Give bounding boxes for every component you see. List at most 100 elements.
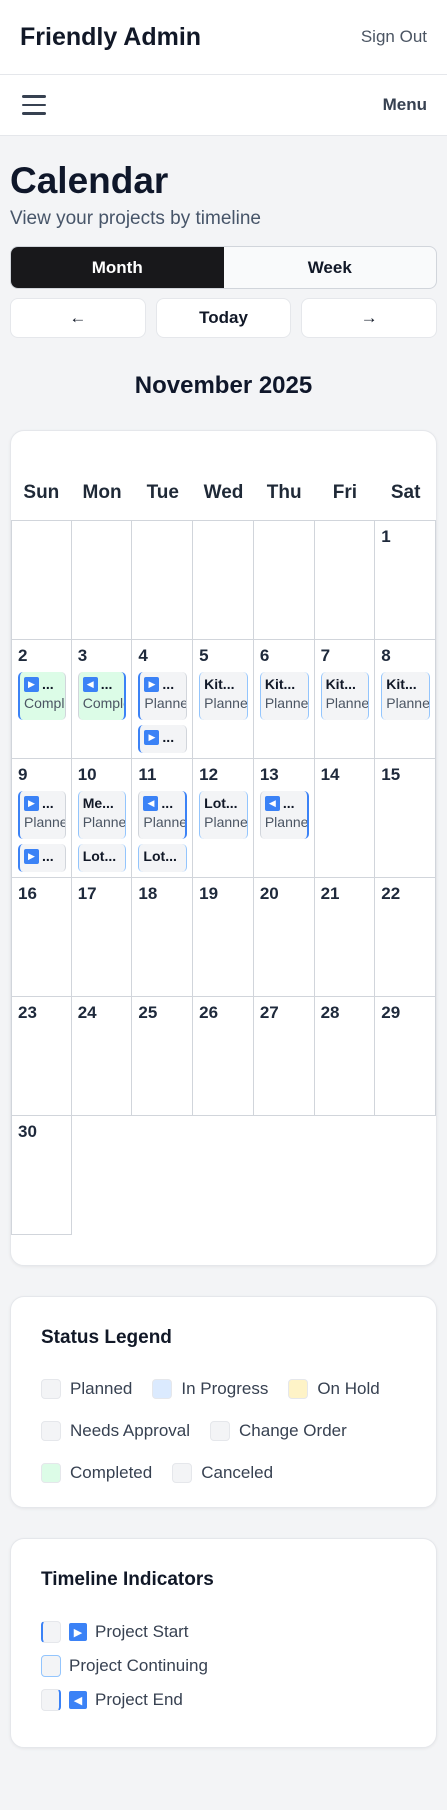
legend-label: On Hold	[317, 1379, 380, 1398]
calendar-day-cell[interactable]: 21	[314, 878, 376, 997]
week-view-button[interactable]: Week	[224, 247, 437, 288]
calendar-day-cell[interactable]: 11 ◀... Planned Lot...	[132, 759, 194, 878]
legend-item: Completed	[41, 1463, 152, 1483]
weekday-header: Sun	[11, 431, 72, 521]
calendar-event[interactable]: Lot...	[77, 844, 127, 872]
weekday-header: Sat	[375, 431, 436, 521]
calendar-event[interactable]: Kit... Planned	[259, 672, 309, 720]
calendar-event[interactable]: ◀... Planned	[259, 791, 309, 839]
day-number: 4	[138, 646, 148, 665]
day-number: 11	[138, 765, 157, 784]
calendar-day-cell[interactable]: 16	[11, 878, 72, 997]
menu-button[interactable]: Menu	[383, 95, 427, 115]
calendar-event[interactable]: ▶... Planned	[138, 672, 188, 720]
calendar-day-cell[interactable]: 13 ◀... Planned	[253, 759, 315, 878]
calendar-day-cell[interactable]: 26	[193, 997, 254, 1116]
timeline-indicator: ◀ Project End	[41, 1689, 406, 1711]
calendar-event[interactable]: ▶...	[138, 725, 188, 753]
calendar-event[interactable]: Kit... Planned	[199, 672, 248, 720]
event-title: Kit...	[326, 675, 365, 693]
play-right-icon: ▶	[24, 795, 39, 811]
calendar-day-cell[interactable]: 4 ▶... Planned ▶...	[132, 640, 194, 759]
month-view-button[interactable]: Month	[11, 247, 224, 288]
day-number: 15	[381, 765, 401, 784]
calendar-day-cell[interactable]: 22	[375, 878, 436, 997]
event-title-text: Kit...	[325, 676, 356, 692]
calendar-day-cell[interactable]: 2 ▶... Completed	[11, 640, 72, 759]
calendar-event[interactable]: Lot... Planned	[199, 791, 248, 839]
day-number: 5	[199, 646, 209, 665]
calendar-day-cell[interactable]: 14	[314, 759, 376, 878]
calendar-day-cell[interactable]: 9 ▶... Planned ▶...	[11, 759, 72, 878]
event-title: ▶...	[144, 675, 182, 693]
calendar-event[interactable]: Me... Planned	[77, 791, 127, 839]
event-title-text: ...	[162, 676, 175, 692]
calendar-day-cell[interactable]: 27	[253, 997, 315, 1116]
calendar-day-cell[interactable]: 10 Me... Planned Lot...	[71, 759, 133, 878]
event-status: Planned	[264, 695, 309, 711]
calendar-day-cell[interactable]: 15	[375, 759, 436, 878]
legend-label: Planned	[70, 1379, 133, 1398]
play-left-icon: ◀	[69, 1691, 87, 1709]
calendar-event[interactable]: ◀... Completed	[77, 672, 127, 720]
event-title: ▶...	[24, 794, 61, 812]
weekday-header: Wed	[193, 431, 254, 521]
calendar-event[interactable]: ▶... Completed	[18, 672, 66, 720]
legend-item: Needs Approval	[41, 1421, 190, 1441]
calendar-day-cell[interactable]: 25	[132, 997, 194, 1116]
weekday-header: Tue	[132, 431, 194, 521]
today-button[interactable]: Today	[155, 298, 292, 338]
calendar-event[interactable]: ▶... Planned	[18, 791, 66, 839]
event-title: Me...	[83, 794, 122, 812]
calendar-day-cell[interactable]: 17	[71, 878, 133, 997]
calendar-day-cell[interactable]: 23	[11, 997, 72, 1116]
day-number: 26	[199, 1003, 219, 1022]
event-title: Lot...	[83, 847, 122, 865]
event-status: Planned	[204, 814, 248, 830]
calendar-event[interactable]: Lot...	[138, 844, 188, 872]
calendar-day-cell[interactable]: 5 Kit... Planned	[193, 640, 254, 759]
day-number: 18	[138, 884, 158, 903]
calendar-day-cell[interactable]: 8 Kit... Planned	[375, 640, 436, 759]
calendar-day-cell[interactable]: 1	[375, 521, 436, 640]
calendar-day-cell[interactable]: 19	[193, 878, 254, 997]
calendar-day-cell[interactable]: 6 Kit... Planned	[253, 640, 315, 759]
day-number: 22	[381, 884, 401, 903]
page-subtitle: View your projects by timeline	[10, 208, 261, 229]
legend-swatch	[41, 1421, 61, 1441]
calendar-day-cell[interactable]: 3 ◀... Completed	[71, 640, 133, 759]
event-title-text: Kit...	[386, 676, 417, 692]
day-number: 21	[320, 884, 340, 903]
prev-month-button[interactable]: ←	[10, 298, 146, 338]
calendar-event[interactable]: ▶...	[18, 844, 66, 872]
day-number: 7	[320, 646, 331, 665]
calendar-day-cell[interactable]: 7 Kit... Planned	[314, 640, 376, 759]
day-number: 16	[18, 884, 37, 903]
calendar-day-cell[interactable]: 29	[375, 997, 436, 1116]
calendar-event[interactable]: Kit... Planned	[320, 672, 370, 720]
calendar-event[interactable]: Kit... Planned	[381, 672, 430, 720]
day-number: 30	[18, 1122, 37, 1141]
calendar-day-cell[interactable]: 30	[11, 1116, 72, 1235]
event-title-text: Kit...	[204, 676, 235, 692]
hamburger-icon[interactable]	[22, 95, 46, 115]
event-status: Planned	[386, 695, 430, 711]
sign-out-link[interactable]: Sign Out	[361, 27, 427, 47]
event-title-text: Lot...	[82, 848, 117, 864]
calendar-event[interactable]: ◀... Planned	[138, 791, 188, 839]
calendar-day-cell[interactable]: 28	[314, 997, 376, 1116]
calendar-day-cell[interactable]: 18	[132, 878, 194, 997]
legend-swatch	[172, 1463, 193, 1483]
next-month-button[interactable]: →	[301, 298, 438, 338]
calendar-day-cell[interactable]: 24	[71, 997, 133, 1116]
brand-title[interactable]: Friendly Admin	[20, 23, 201, 52]
calendar-day-cell[interactable]: 12 Lot... Planned	[193, 759, 254, 878]
event-title: Kit...	[386, 675, 425, 693]
day-number: 1	[381, 527, 391, 546]
day-number: 14	[320, 765, 340, 784]
day-number: 28	[320, 1003, 340, 1022]
event-title-text: ...	[42, 676, 54, 692]
event-title-text: ...	[162, 729, 175, 745]
calendar-day-cell[interactable]: 20	[253, 878, 315, 997]
play-right-icon: ▶	[24, 848, 39, 864]
